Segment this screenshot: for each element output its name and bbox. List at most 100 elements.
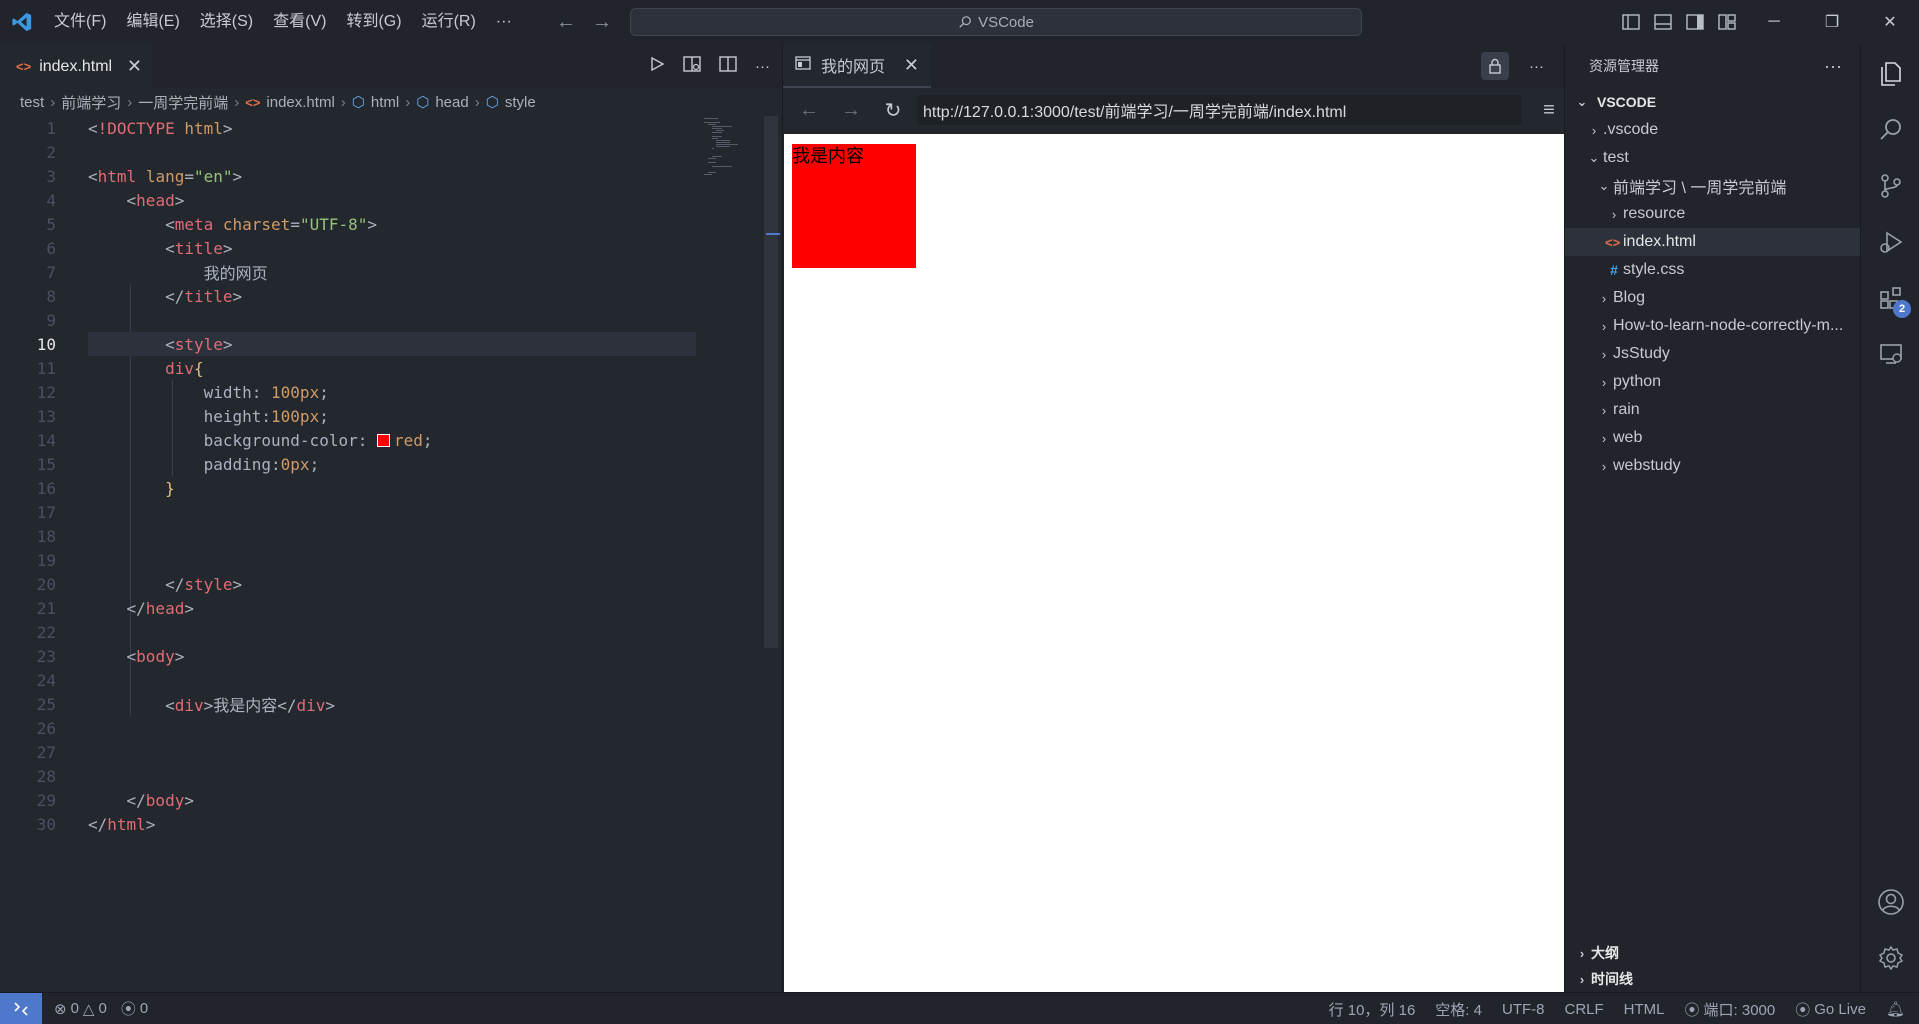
eol-setting[interactable]: CRLF [1564,1001,1603,1018]
chevron-right-icon: › [1601,430,1607,446]
back-arrow-icon[interactable]: ← [791,94,827,126]
section-label: 大纲 [1591,945,1619,961]
explorer-files-icon[interactable] [1861,46,1919,102]
breadcrumb-item[interactable]: index.html [266,94,334,111]
menu-go[interactable]: 转到(G) [336,0,411,44]
url-input[interactable]: http://127.0.0.1:3000/test/前端学习/一周学完前端/i… [917,95,1522,125]
breadcrumb-item[interactable]: 一周学完前端 [138,92,228,113]
more-actions-icon[interactable]: ··· [1529,58,1544,75]
editor-scrollbar[interactable] [764,116,778,648]
back-arrow-icon[interactable]: ← [556,11,576,34]
forward-arrow-icon[interactable]: → [833,94,869,126]
command-center-search[interactable]: VSCode [630,8,1362,36]
menu-view[interactable]: 查看(V) [263,0,336,44]
tree-item-folder[interactable]: › resource [1565,200,1860,228]
tree-item-folder[interactable]: ⌄ test [1565,144,1860,172]
error-icon: ⊗ [54,1000,67,1018]
code-editor[interactable]: 1 <!DOCTYPE html> 2 3 <html lang="en"> 4 <… [0,116,782,992]
tree-item-folder[interactable]: › JsStudy [1565,340,1860,368]
tree-item-folder[interactable]: › How-to-learn-node-correctly-m... [1565,312,1860,340]
warning-icon: △ [82,1000,95,1018]
breadcrumb-item[interactable]: style [505,94,536,111]
account-icon[interactable] [1861,874,1919,930]
code-line: 16 } [36,478,175,498]
chevron-down-icon: ⌄ [1598,178,1610,193]
tree-item-file[interactable]: <> index.html [1565,228,1860,256]
toggle-panel-icon[interactable] [1652,11,1674,33]
workspace-section-header[interactable]: ⌄ VSCODE [1565,88,1860,116]
breadcrumb: test › 前端学习 › 一周学完前端 › <> index.html › ⬡… [0,88,782,116]
more-actions-icon[interactable]: ··· [1824,44,1842,88]
run-icon[interactable] [649,56,665,76]
layout-controls [1620,0,1738,44]
menu-file[interactable]: 文件(F) [44,0,116,44]
code-line: 2 [46,142,56,162]
chevron-right-icon: › [1579,945,1585,961]
code-line: 13 height:100px; [36,406,329,426]
tree-item-folder[interactable]: ⌄ 前端学习 \ 一周学完前端 [1565,172,1860,200]
tree-item-folder[interactable]: › .vscode [1565,116,1860,144]
open-preview-icon[interactable] [683,56,701,76]
encoding-setting[interactable]: UTF-8 [1502,1001,1545,1018]
remote-indicator-icon[interactable] [0,992,42,1024]
explorer-header: 资源管理器 ··· [1565,44,1860,88]
color-swatch[interactable] [376,433,390,447]
extensions-badge: 2 [1893,300,1911,318]
chevron-right-icon: › [1579,971,1585,987]
tree-item-folder[interactable]: › Blog [1565,284,1860,312]
menu-selection[interactable]: 选择(S) [190,0,263,44]
code-line: 21 </head> [36,598,194,618]
indentation-setting[interactable]: 空格: 4 [1435,999,1482,1020]
outline-section-header[interactable]: › 大纲 [1565,940,1861,966]
extensions-icon[interactable]: 2 [1861,270,1919,326]
breadcrumb-item[interactable]: 前端学习 [61,92,121,113]
menu-icon[interactable]: ≡ [1534,99,1564,122]
customize-layout-icon[interactable] [1716,11,1738,33]
go-live-button[interactable]: ⦿ Go Live [1795,999,1866,1020]
close-icon[interactable]: ✕ [127,56,142,77]
more-actions-icon[interactable]: ··· [755,58,770,75]
toggle-secondary-sidebar-icon[interactable] [1684,11,1706,33]
tree-item-file[interactable]: # style.css [1565,256,1860,284]
tree-item-label: 前端学习 \ 一周学完前端 [1613,180,1787,197]
html-file-icon: <> [1605,234,1621,250]
problems-indicator[interactable]: ⊗ 0 △ 0 [54,1000,107,1018]
cursor-position[interactable]: 行 10，列 16 [1329,999,1416,1020]
language-mode[interactable]: HTML [1624,1001,1665,1018]
ports-indicator[interactable]: ⦿ 0 [121,998,148,1019]
refresh-icon[interactable]: ↻ [875,94,911,126]
tab-preview[interactable]: 我的网页 ✕ [783,44,931,88]
timeline-section-header[interactable]: › 时间线 [1565,966,1861,992]
menu-more[interactable]: ··· [486,0,522,44]
port-indicator[interactable]: ⦿ 端口: 3000 [1685,999,1776,1020]
gear-icon[interactable] [1861,930,1919,986]
minimize-icon[interactable]: ─ [1745,0,1803,44]
preview-viewport[interactable]: 我是内容 [784,134,1565,992]
tab-index-html[interactable]: <> index.html ✕ [0,44,152,88]
source-control-icon[interactable] [1861,158,1919,214]
forward-arrow-icon[interactable]: → [592,11,612,34]
close-icon[interactable]: ✕ [904,55,919,76]
remote-explorer-icon[interactable] [1861,326,1919,382]
search-icon[interactable] [1861,102,1919,158]
tree-item-folder[interactable]: › webstudy [1565,452,1860,480]
split-editor-icon[interactable] [719,56,737,76]
chevron-down-icon: ⌄ [1576,94,1588,109]
tree-item-folder[interactable]: › python [1565,368,1860,396]
run-debug-icon[interactable] [1861,214,1919,270]
lock-icon[interactable] [1481,52,1509,80]
code-line: 5 <meta charset="UTF-8"> [46,214,378,234]
close-window-icon[interactable]: ✕ [1861,0,1919,44]
breadcrumb-item[interactable]: test [20,94,44,111]
notifications-bell-icon[interactable]: 🔔︎ [1886,1000,1905,1018]
tree-item-label: test [1603,149,1629,166]
minimap[interactable] [700,116,764,196]
menu-edit[interactable]: 编辑(E) [116,0,189,44]
menu-run[interactable]: 运行(R) [412,0,486,44]
tree-item-folder[interactable]: › web [1565,424,1860,452]
tree-item-folder[interactable]: › rain [1565,396,1860,424]
breadcrumb-item[interactable]: html [371,94,399,111]
restore-icon[interactable]: ❐ [1803,0,1861,44]
toggle-primary-sidebar-icon[interactable] [1620,11,1642,33]
breadcrumb-item[interactable]: head [435,94,468,111]
